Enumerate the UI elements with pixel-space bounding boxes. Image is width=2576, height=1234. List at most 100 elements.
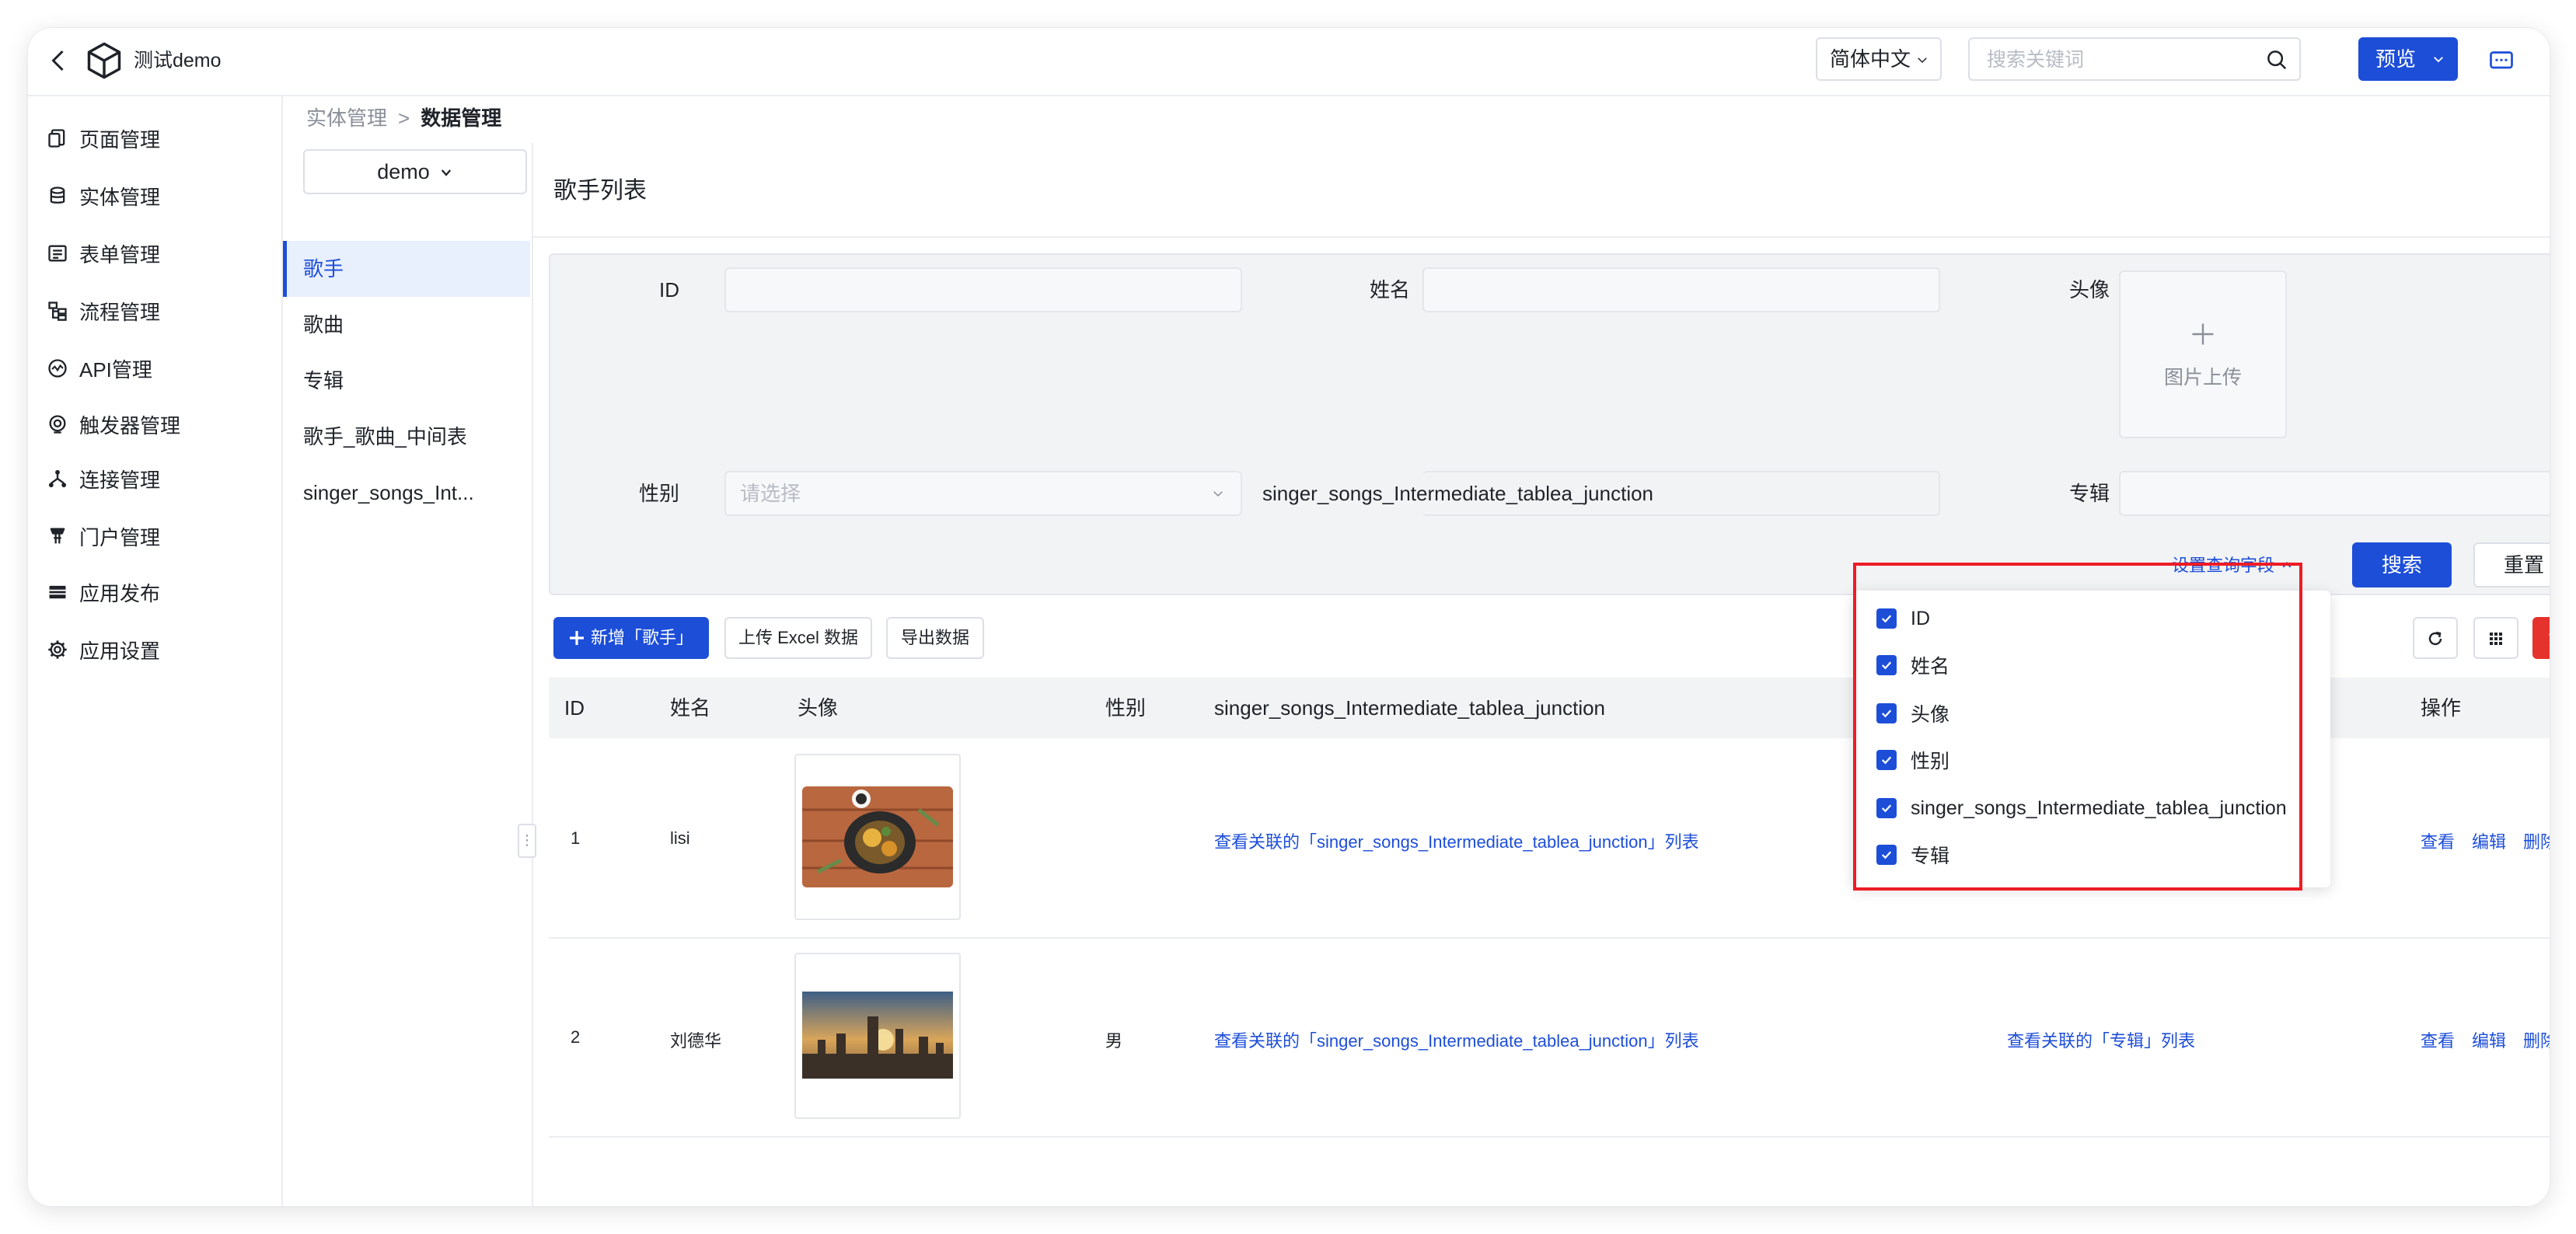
refresh-button[interactable]	[2413, 617, 2458, 659]
entity-item-singer-songs-int[interactable]: singer_songs_Int...	[283, 465, 530, 521]
filter-gender-select[interactable]: 请选择	[724, 471, 1242, 516]
checkbox-checked[interactable]	[1876, 655, 1897, 675]
check-icon	[1881, 709, 1892, 718]
edit-button[interactable]: 编辑	[2472, 1027, 2506, 1052]
check-icon	[1881, 804, 1892, 813]
cell-junction-link[interactable]: 查看关联的「singer_songs_Intermediate_tablea_j…	[1214, 1027, 1699, 1052]
entity-item-singer-song-junction[interactable]: 歌手_歌曲_中间表	[283, 409, 530, 465]
chevron-down-icon	[1918, 58, 1927, 64]
database-select-value: demo	[377, 160, 430, 183]
sidebar-item-api[interactable]: API管理	[47, 350, 272, 387]
filter-avatar-upload[interactable]: 图片上传	[2119, 270, 2287, 438]
global-search-input[interactable]	[1985, 39, 2253, 81]
clear-button[interactable]: 清空	[2532, 617, 2550, 659]
filter-gender-placeholder: 请选择	[740, 482, 801, 505]
plus-icon	[2192, 323, 2214, 345]
top-bar: 测试demo 简体中文 预览	[28, 28, 2550, 96]
avatar-thumbnail[interactable]	[794, 754, 961, 920]
field-option-id[interactable]: ID	[1876, 601, 1930, 636]
view-button[interactable]: 查看	[2421, 1027, 2455, 1052]
edit-button[interactable]: 编辑	[2472, 828, 2506, 853]
database-select[interactable]: demo	[303, 149, 527, 194]
add-singer-label: 新增「歌手」	[591, 628, 694, 647]
set-query-fields-link[interactable]: 设置查询字段	[2172, 552, 2293, 577]
avatar-thumbnail[interactable]	[794, 953, 961, 1119]
page-icon	[48, 129, 65, 148]
filter-junction-input[interactable]	[1422, 471, 1940, 516]
table-row: 2 刘德华 男 查看关联的「singer_songs_Intermediate_…	[549, 937, 2550, 1138]
checkbox-checked[interactable]	[1876, 703, 1897, 723]
column-header-avatar: 头像	[798, 696, 839, 720]
checkbox-checked[interactable]	[1876, 608, 1897, 629]
upload-text: 图片上传	[2163, 367, 2242, 389]
column-header-gender: 性别	[1105, 696, 1147, 720]
export-data-button[interactable]: 导出数据	[886, 617, 984, 659]
preview-button[interactable]: 预览	[2358, 37, 2458, 81]
column-header-name: 姓名	[670, 696, 711, 720]
sidebar-item-pages[interactable]: 页面管理	[47, 120, 272, 157]
sidebar-item-publish[interactable]: 应用发布	[47, 573, 272, 611]
database-icon	[50, 186, 65, 204]
cube-icon	[87, 42, 121, 79]
sidebar-item-portal[interactable]: 门户管理	[47, 518, 272, 555]
cell-gender: 男	[1105, 1031, 1123, 1051]
field-option-gender[interactable]: 性别	[1876, 743, 1949, 777]
sidebar-item-connections[interactable]: 连接管理	[47, 460, 272, 497]
checkbox-checked[interactable]	[1876, 750, 1897, 770]
sidebar-item-entities[interactable]: 实体管理	[47, 177, 272, 214]
checkbox-checked[interactable]	[1876, 845, 1897, 865]
sidebar-item-label: 应用设置	[79, 639, 161, 663]
entity-item-album[interactable]: 专辑	[283, 353, 530, 409]
filter-album-input[interactable]	[2119, 471, 2550, 516]
field-option-avatar[interactable]: 头像	[1876, 696, 1949, 730]
filter-id-input[interactable]	[724, 267, 1242, 312]
connection-icon	[48, 469, 67, 488]
sidebar-item-flows[interactable]: 流程管理	[47, 292, 272, 329]
form-icon	[48, 245, 67, 262]
delete-button[interactable]: 删除	[2523, 1027, 2550, 1052]
breadcrumb: 实体管理 > 数据管理	[306, 103, 501, 134]
preview-button-label: 预览	[2375, 47, 2417, 71]
publish-icon	[49, 585, 66, 599]
breadcrumb-separator: >	[398, 106, 410, 130]
filter-name-input[interactable]	[1422, 267, 1940, 312]
upload-excel-button[interactable]: 上传 Excel 数据	[724, 617, 872, 659]
entity-item-singer[interactable]: 歌手	[283, 241, 530, 297]
cell-name: 刘德华	[670, 1031, 722, 1051]
check-icon	[1881, 756, 1892, 765]
field-option-label: 姓名	[1911, 656, 1950, 678]
sidebar-item-label: 实体管理	[79, 185, 161, 209]
cell-junction-link[interactable]: 查看关联的「singer_songs_Intermediate_tablea_j…	[1214, 828, 1699, 853]
search-icon[interactable]	[2265, 48, 2288, 71]
language-select[interactable]: 简体中文	[1816, 37, 1942, 81]
filter-avatar-label: 头像	[2068, 278, 2110, 302]
sidebar-item-label: 页面管理	[79, 127, 161, 152]
message-icon[interactable]	[2487, 47, 2515, 75]
field-option-label: singer_songs_Intermediate_tablea_junctio…	[1911, 797, 2287, 819]
divider	[533, 236, 2550, 238]
sidebar-item-label: 流程管理	[79, 300, 161, 324]
search-button[interactable]: 搜索	[2352, 542, 2452, 587]
sidebar-item-triggers[interactable]: 触发器管理	[47, 406, 272, 443]
sidebar-item-forms[interactable]: 表单管理	[47, 235, 272, 272]
breadcrumb-current: 数据管理	[421, 106, 502, 130]
reset-button[interactable]: 重置	[2473, 542, 2550, 587]
checkbox-checked[interactable]	[1876, 798, 1897, 818]
field-option-album[interactable]: 专辑	[1876, 838, 1949, 872]
column-settings-button[interactable]	[2473, 617, 2518, 659]
cell-album-link[interactable]: 查看关联的「专辑」列表	[2007, 1027, 2195, 1052]
field-option-junction[interactable]: singer_songs_Intermediate_tablea_junctio…	[1876, 791, 2287, 825]
delete-button[interactable]: 删除	[2523, 828, 2550, 853]
back-arrow-icon[interactable]	[45, 47, 73, 75]
sidebar-item-settings[interactable]: 应用设置	[47, 631, 272, 668]
breadcrumb-parent[interactable]: 实体管理	[306, 103, 387, 134]
entity-item-song[interactable]: 歌曲	[283, 297, 530, 353]
cell-id: 1	[571, 828, 581, 848]
add-singer-button[interactable]: 新增「歌手」	[553, 617, 709, 659]
portal-icon	[50, 528, 65, 544]
view-button[interactable]: 查看	[2421, 828, 2455, 853]
field-option-name[interactable]: 姓名	[1876, 648, 1949, 682]
sidebar-item-label: API管理	[79, 357, 152, 382]
chevron-down-icon	[441, 169, 451, 176]
filter-id-label: ID	[659, 278, 679, 302]
